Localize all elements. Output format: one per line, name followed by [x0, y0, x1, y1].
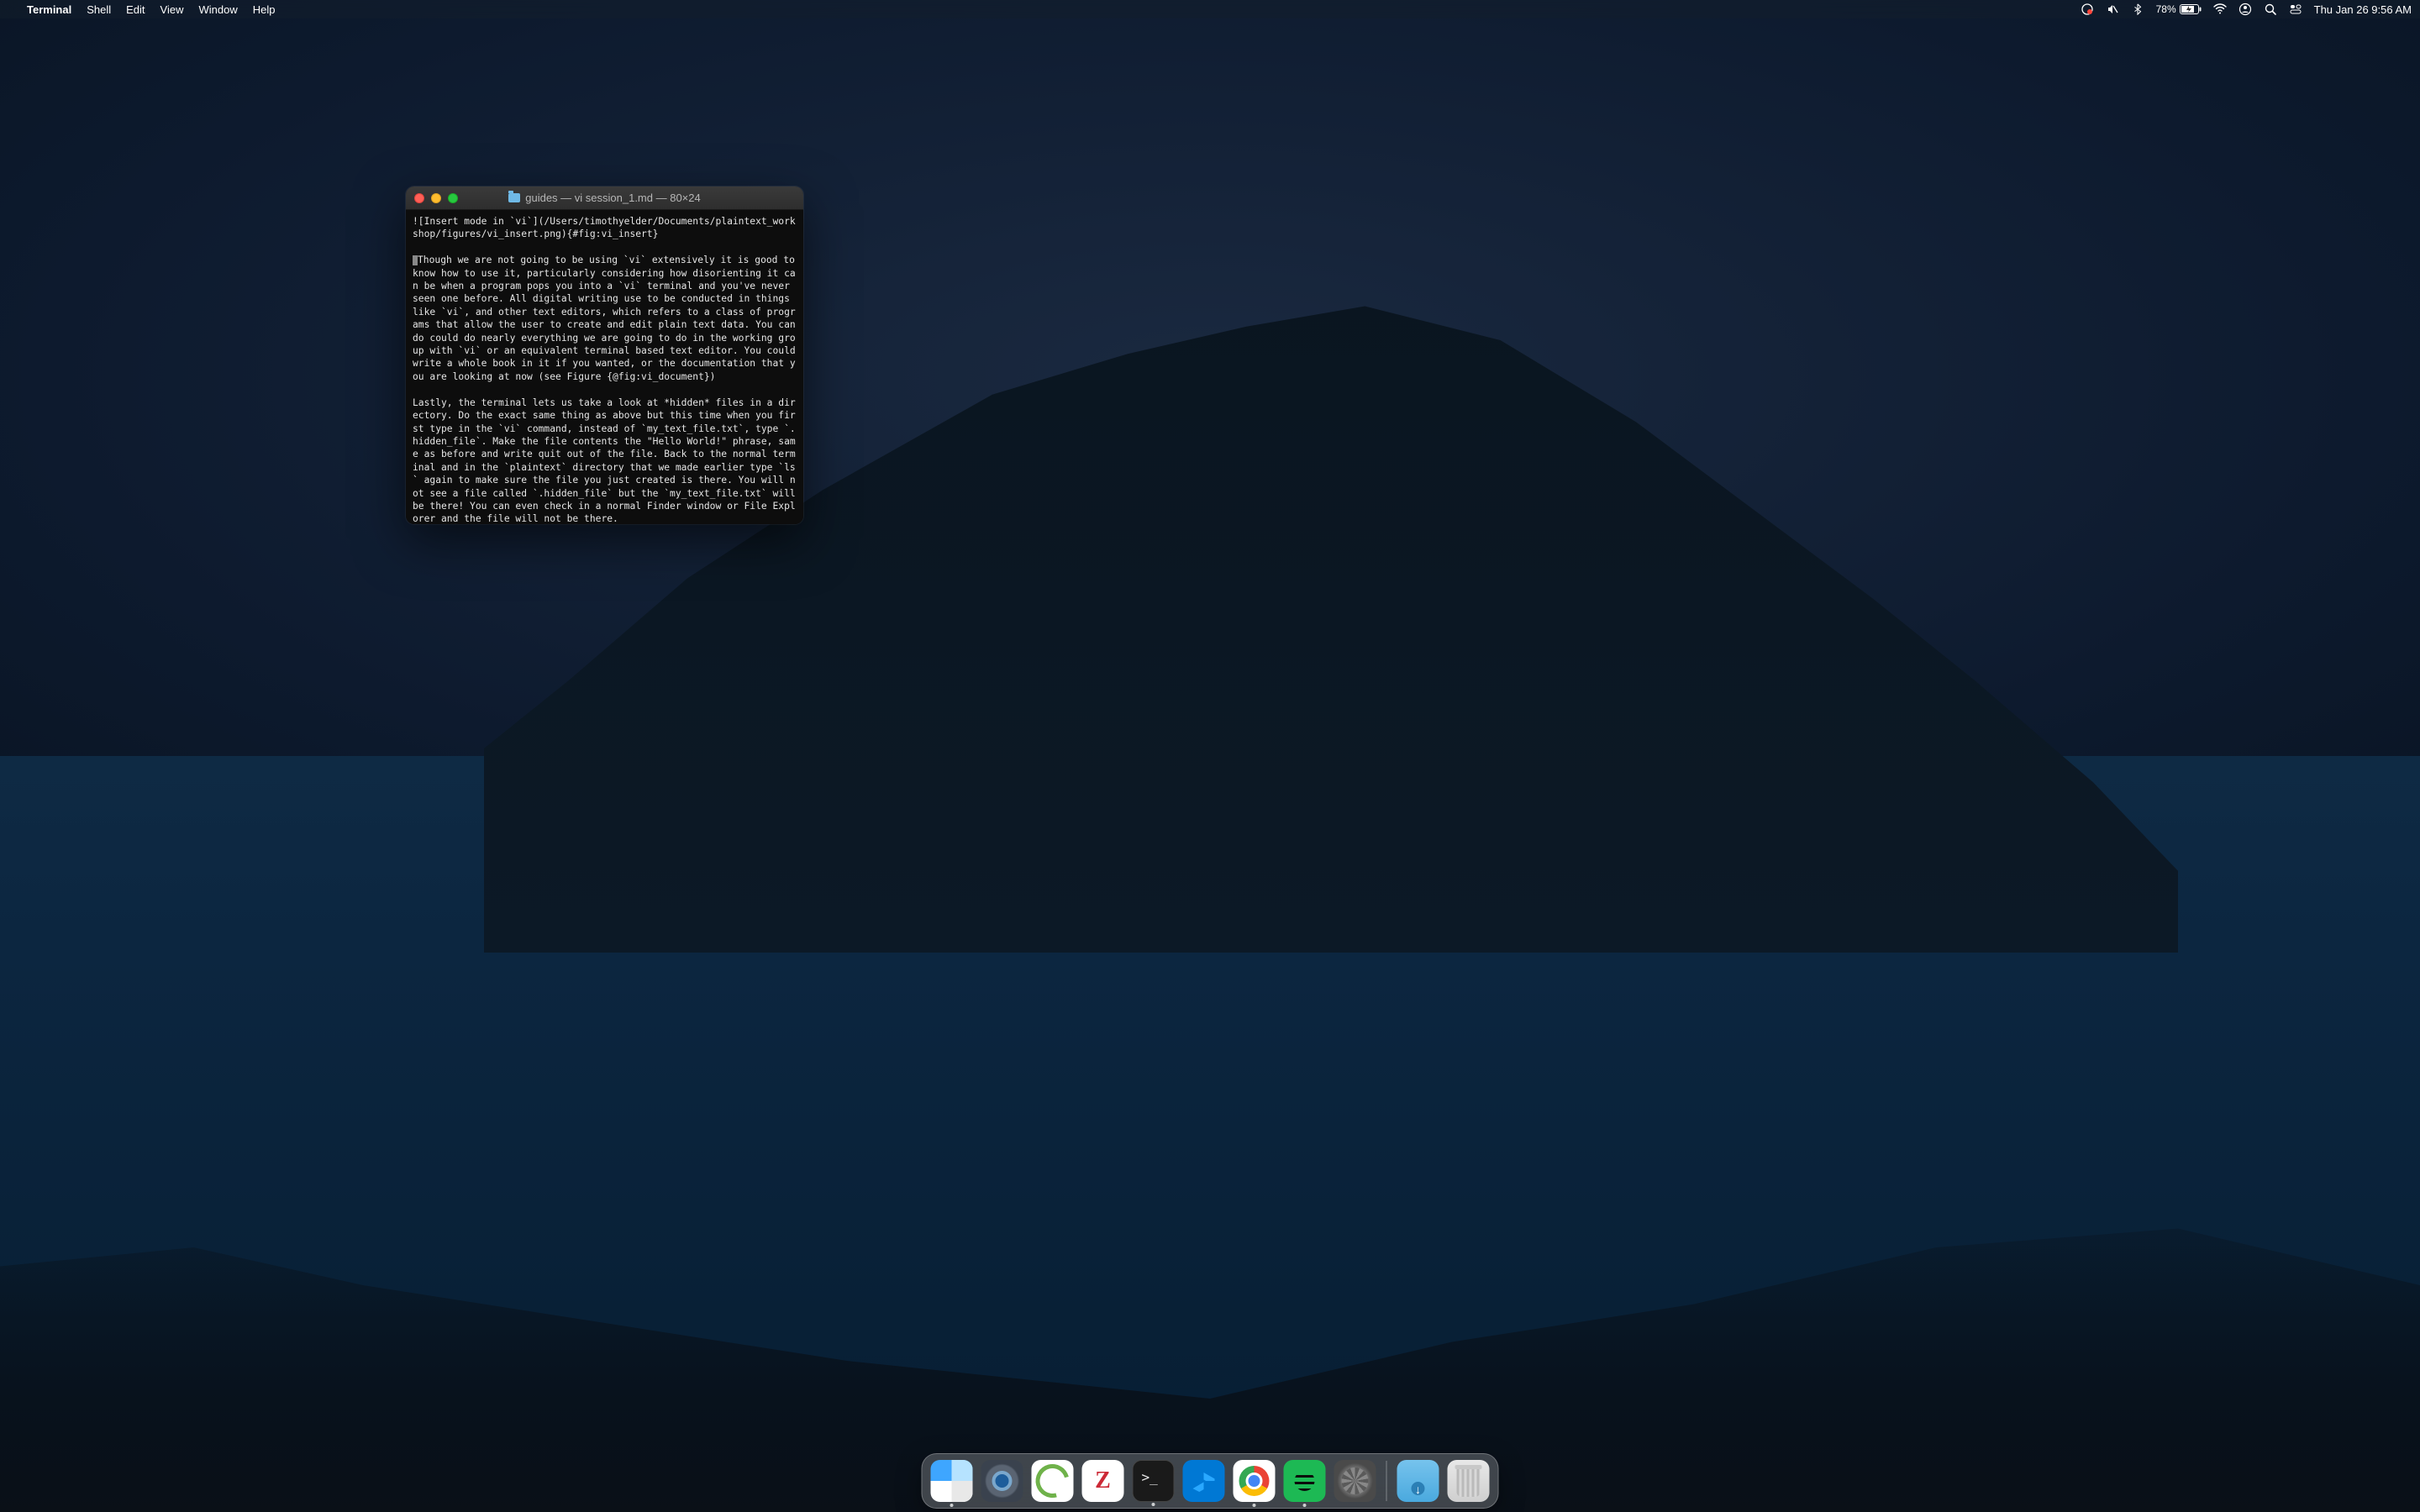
terminal-window[interactable]: guides — vi session_1.md — 80×24 ![Inser…: [406, 186, 803, 524]
control-center-icon[interactable]: [2289, 3, 2302, 16]
maximize-button[interactable]: [448, 193, 458, 203]
menu-help[interactable]: Help: [253, 3, 276, 16]
minimize-button[interactable]: [431, 193, 441, 203]
dock-downloads-folder[interactable]: [1397, 1460, 1439, 1502]
dock-app-quicktime[interactable]: [981, 1460, 1023, 1502]
terminal-line-image-ref: ![Insert mode in `vi`](/Users/timothyeld…: [413, 216, 796, 239]
dock-trash[interactable]: [1448, 1460, 1490, 1502]
wifi-icon[interactable]: [2213, 3, 2227, 16]
dock-app-chrome[interactable]: [1234, 1460, 1276, 1502]
datetime-label[interactable]: Thu Jan 26 9:56 AM: [2314, 3, 2412, 16]
dock-app-finder[interactable]: [931, 1460, 973, 1502]
dock-divider: [1386, 1461, 1387, 1501]
terminal-title: guides — vi session_1.md — 80×24: [406, 192, 803, 204]
dock-app-vscode[interactable]: [1183, 1460, 1225, 1502]
dock-app-zotero[interactable]: Z: [1082, 1460, 1124, 1502]
terminal-title-text: guides — vi session_1.md — 80×24: [525, 192, 700, 204]
window-controls: [414, 193, 458, 203]
terminal-titlebar[interactable]: guides — vi session_1.md — 80×24: [406, 186, 803, 210]
volume-muted-icon[interactable]: [2106, 3, 2119, 16]
dock-app-cisco[interactable]: [1032, 1460, 1074, 1502]
bluetooth-icon[interactable]: [2131, 3, 2144, 16]
menu-edit[interactable]: Edit: [126, 3, 145, 16]
dock-app-terminal[interactable]: [1133, 1460, 1175, 1502]
dock-app-settings[interactable]: [1334, 1460, 1376, 1502]
terminal-paragraph-2: Lastly, the terminal lets us take a look…: [413, 397, 802, 524]
menubar: Terminal Shell Edit View Window Help 78%: [0, 0, 2420, 18]
terminal-content[interactable]: ![Insert mode in `vi`](/Users/timothyeld…: [406, 210, 803, 524]
user-icon[interactable]: [2238, 3, 2252, 16]
menu-window[interactable]: Window: [199, 3, 238, 16]
battery-status[interactable]: 78%: [2156, 3, 2202, 15]
running-indicator: [1152, 1503, 1155, 1506]
spotlight-search-icon[interactable]: [2264, 3, 2277, 16]
app-name-menu[interactable]: Terminal: [27, 3, 71, 16]
menu-view[interactable]: View: [160, 3, 184, 16]
running-indicator: [1253, 1504, 1256, 1507]
close-button[interactable]: [414, 193, 424, 203]
menu-shell[interactable]: Shell: [87, 3, 111, 16]
do-not-disturb-icon[interactable]: [2081, 3, 2094, 16]
folder-icon: [508, 193, 520, 202]
terminal-paragraph-1: Though we are not going to be using `vi`…: [413, 255, 802, 382]
running-indicator: [1303, 1504, 1307, 1507]
battery-percent-label: 78%: [2156, 3, 2176, 15]
dock: Z: [922, 1453, 1499, 1509]
running-indicator: [950, 1504, 954, 1507]
desktop-wallpaper: [0, 0, 2420, 1512]
dock-app-spotify[interactable]: [1284, 1460, 1326, 1502]
